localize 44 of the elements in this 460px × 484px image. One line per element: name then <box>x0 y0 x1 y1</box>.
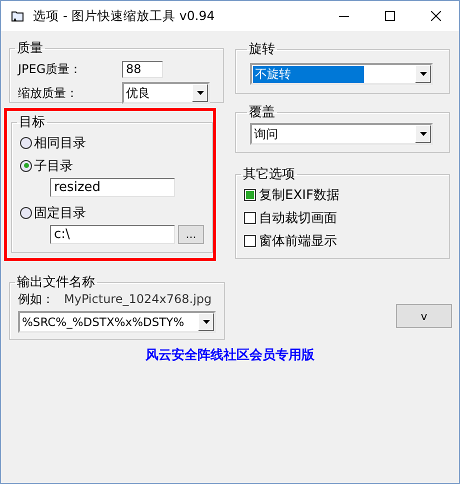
field-label: 缩放质量： <box>18 84 79 102</box>
checkbox[interactable] <box>244 188 256 200</box>
dropdown-button[interactable] <box>415 65 431 83</box>
radio-option[interactable]: 子目录 <box>20 154 204 177</box>
group-title: 输出文件名称 <box>16 274 96 291</box>
field-label: JPEG质量： <box>18 60 83 78</box>
radio-option[interactable]: 固定目录 <box>20 201 204 224</box>
radio-button[interactable] <box>20 136 32 148</box>
checkbox[interactable] <box>244 234 256 246</box>
caret-icon <box>420 72 426 76</box>
checkbox[interactable] <box>244 212 256 224</box>
group-title: 覆盖 <box>248 104 276 121</box>
caret-icon <box>420 132 426 136</box>
radio-button[interactable] <box>20 206 32 218</box>
radio-option[interactable]: 相同目录 <box>20 131 204 154</box>
maximize-icon <box>385 11 395 21</box>
dropdown-button[interactable] <box>192 84 208 102</box>
folder-field[interactable]: c:\ <box>50 225 175 244</box>
window-title: 选项 - 图片快速缩放工具 v0.94 <box>33 8 216 24</box>
caret-icon <box>202 320 210 324</box>
caret-icon <box>196 91 204 95</box>
edition-text: 风云安全阵线社区会员专用版 <box>144 346 316 364</box>
browse-button[interactable]: ... <box>178 225 204 244</box>
group-title: 其它选项 <box>242 166 296 183</box>
radio-button[interactable] <box>20 160 32 172</box>
collapse-button[interactable]: v <box>396 304 452 328</box>
dropdown-button[interactable] <box>415 125 431 143</box>
folder-field[interactable]: resized <box>50 178 175 197</box>
checkbox-option[interactable]: 窗体前端显示 <box>244 229 441 252</box>
rotate-dropdown[interactable]: 不旋转 <box>250 63 433 85</box>
jpeg-quality-field[interactable]: 88 <box>122 60 163 78</box>
group-title: 目标 <box>18 114 46 131</box>
example-filename: MyPicture_1024x768.jpg <box>64 292 212 306</box>
scale-quality-dropdown[interactable]: 优良 <box>122 82 210 104</box>
overwrite-dropdown[interactable]: 询问 <box>250 123 433 145</box>
dropdown-button[interactable] <box>198 313 214 331</box>
checkbox-option[interactable]: 复制EXIF数据 <box>244 183 441 206</box>
filename-pattern-dropdown[interactable]: %SRC%_%DSTX%x%DSTY% <box>18 311 216 333</box>
field-label: 例如： <box>18 290 54 308</box>
close-icon <box>431 11 441 21</box>
group-title: 旋转 <box>248 41 276 58</box>
checkbox-option[interactable]: 自动裁切画面 <box>244 206 441 229</box>
app-icon <box>11 10 25 22</box>
group-title: 质量 <box>16 40 44 57</box>
